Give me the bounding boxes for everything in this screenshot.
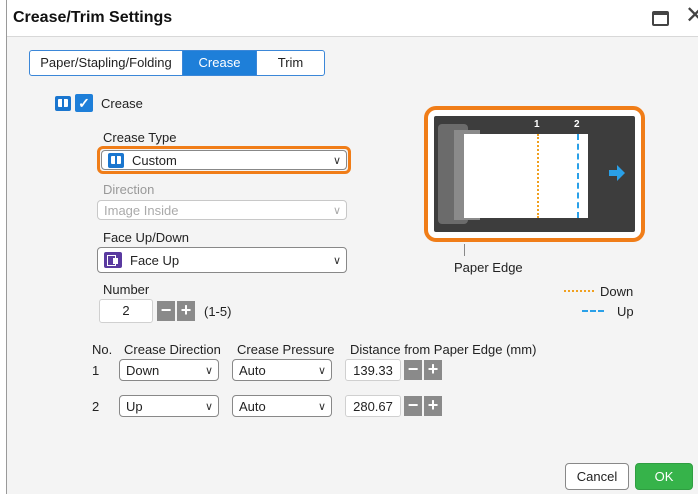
row-2-direction-value: Up [126,398,143,414]
legend-up-label: Up [617,304,634,319]
crease-type-value: Custom [132,152,177,168]
face-select[interactable]: Face Up ∨ [97,247,347,273]
header-no: No. [92,342,113,357]
chevron-down-icon: ∨ [317,400,327,413]
preview-canvas: 1 2 [434,116,635,232]
row-2-distance-stepper: − + [404,396,442,416]
number-input[interactable]: 2 [99,299,153,323]
increment-button[interactable]: + [177,301,195,321]
tab-bar: Paper/Stapling/Folding Crease Trim [29,50,325,76]
chevron-down-icon: ∨ [204,364,214,377]
direction-value: Image Inside [104,202,179,218]
crease-checkbox-row[interactable]: ✓ Crease [55,94,143,112]
row-1-direction-value: Down [126,362,160,378]
crease-type-label: Crease Type [103,130,177,145]
crease-number-1: 1 [534,119,540,130]
paper-sheet [464,134,588,218]
increment-button[interactable]: + [424,360,442,380]
number-label: Number [103,282,150,297]
chevron-down-icon: ∨ [332,254,342,267]
face-label: Face Up/Down [103,230,189,245]
decrement-button[interactable]: − [157,301,175,321]
chevron-down-icon: ∨ [332,154,342,167]
crease-line-down [537,134,539,218]
paper-edge-tick [464,244,465,256]
chevron-down-icon: ∨ [317,364,327,377]
row-1-pressure-select[interactable]: Auto ∨ [232,359,332,381]
decrement-button[interactable]: − [404,396,422,416]
number-range: (1-5) [204,304,232,319]
row-2-no: 2 [92,399,100,414]
crease-line-up [577,134,579,218]
number-stepper: − + [157,301,195,321]
direction-select: Image Inside ∨ [97,200,347,220]
row-1-distance-input[interactable]: 139.33 [345,359,401,381]
cancel-button[interactable]: Cancel [565,463,629,490]
header-crease-pressure: Crease Pressure [237,342,335,357]
crease-checkbox-label: Crease [101,95,143,111]
row-1-no: 1 [92,363,100,378]
chevron-down-icon: ∨ [332,204,342,217]
row-1-direction-select[interactable]: Down ∨ [119,359,219,381]
row-2-direction-select[interactable]: Up ∨ [119,395,219,417]
close-icon[interactable]: ✕ [685,4,698,28]
window-title: Crease/Trim Settings [13,9,173,26]
arrow-right-icon [609,165,625,181]
title-bar: Crease/Trim Settings ✕ [7,0,698,37]
crease-preview: 1 2 [424,106,645,242]
book-icon [55,95,71,111]
legend-down-label: Down [600,284,634,299]
row-1-pressure-value: Auto [239,362,266,378]
increment-button[interactable]: + [424,396,442,416]
face-up-icon [104,252,122,268]
ok-button[interactable]: OK [635,463,693,490]
book-icon [108,152,124,168]
crease-type-select[interactable]: Custom ∨ [101,150,347,170]
legend-up-line [582,310,604,312]
tab-paper-stapling-folding[interactable]: Paper/Stapling/Folding [30,51,182,75]
row-2-pressure-select[interactable]: Auto ∨ [232,395,332,417]
crease-number-2: 2 [574,119,580,130]
decrement-button[interactable]: − [404,360,422,380]
face-value: Face Up [130,252,180,268]
header-distance: Distance from Paper Edge (mm) [350,342,537,357]
direction-label: Direction [103,182,155,197]
crease-trim-dialog: Crease/Trim Settings ✕ Paper/Stapling/Fo… [6,0,698,494]
crease-checkbox[interactable]: ✓ [75,94,93,112]
tab-trim[interactable]: Trim [256,51,324,75]
chevron-down-icon: ∨ [204,400,214,413]
row-2-distance-input[interactable]: 280.67 [345,395,401,417]
legend-down-line [564,290,594,292]
row-2-pressure-value: Auto [239,398,266,414]
header-crease-direction: Crease Direction [124,342,221,357]
tab-crease[interactable]: Crease [182,51,256,75]
row-1-distance-stepper: − + [404,360,442,380]
window-icon[interactable] [652,11,669,26]
paper-edge-label: Paper Edge [454,260,523,275]
